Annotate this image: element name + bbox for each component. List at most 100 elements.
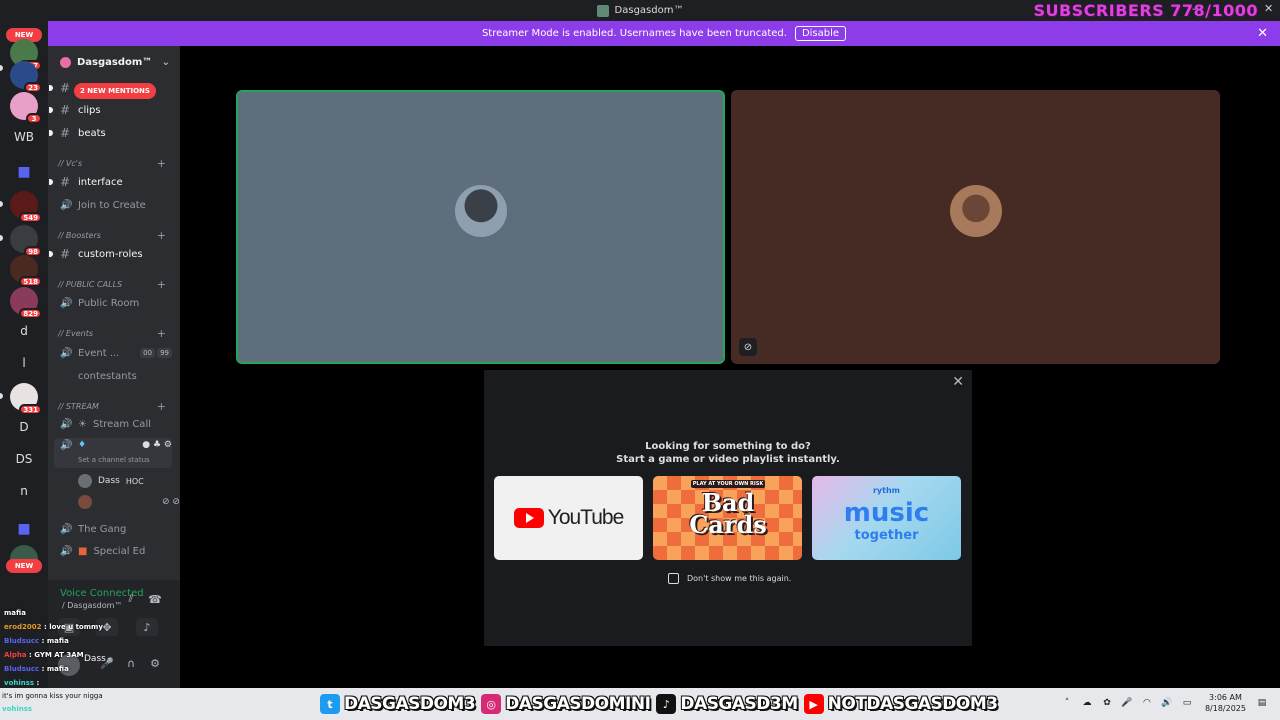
- channel-interface[interactable]: # interface: [49, 172, 172, 192]
- microphone-icon[interactable]: 🎤: [1119, 698, 1135, 708]
- volume-icon[interactable]: 🔊: [1159, 698, 1175, 708]
- category-label: // Vc's: [58, 158, 83, 168]
- window-close-icon[interactable]: ✕: [1264, 2, 1273, 15]
- folder-icon[interactable]: ■: [10, 515, 38, 543]
- server-icon[interactable]: 829: [10, 287, 42, 319]
- chat-username: Alpha: [4, 651, 27, 659]
- channel-join-to-create[interactable]: 🔊 Join to Create: [54, 195, 172, 215]
- dont-show-checkbox[interactable]: [668, 573, 679, 584]
- voice-channel-actions-icon[interactable]: ● ♣ ⚙: [142, 440, 172, 450]
- channel-label: Event ...: [78, 347, 120, 359]
- hash-icon: #: [60, 175, 71, 189]
- voice-stage: ⊘ ✕ Looking for something to do? Start a…: [180, 46, 1280, 688]
- server-icon[interactable]: D: [10, 413, 38, 441]
- category-boosters[interactable]: // Boosters +: [58, 228, 166, 242]
- avatar: [78, 474, 92, 488]
- channel-sidebar: Dasgasdom™ ⌄ # 2 NEW MENTIONS # clips # be…: [48, 46, 180, 688]
- hash-icon: #: [60, 103, 71, 117]
- guild-icon: [60, 56, 71, 68]
- activity-card-bad-cards[interactable]: PLAY AT YOUR OWN RISK Bad Cards: [653, 476, 802, 560]
- participant-tile-speaking[interactable]: [236, 90, 725, 364]
- battery-icon[interactable]: ▭: [1179, 698, 1195, 708]
- instagram-handle: ◎ DASGASDOMINI: [481, 694, 651, 714]
- channel-label: custom-roles: [78, 248, 143, 260]
- activity-card-youtube[interactable]: YouTube: [494, 476, 643, 560]
- server-icon[interactable]: l: [10, 349, 38, 377]
- channel-clips[interactable]: # clips: [49, 100, 172, 120]
- channel-contestants[interactable]: contestants: [54, 366, 172, 386]
- banner-text: Streamer Mode is enabled. Usernames have…: [481, 28, 787, 39]
- server-icon[interactable]: DS: [10, 445, 38, 473]
- server-icon[interactable]: WB: [10, 123, 38, 151]
- speaker-icon: 🔊: [60, 297, 73, 309]
- add-channel-icon[interactable]: +: [157, 229, 166, 242]
- category-events[interactable]: // Events +: [58, 326, 166, 340]
- notifications-icon[interactable]: ▤: [1254, 698, 1270, 708]
- avatar: [78, 495, 92, 509]
- instagram-icon: ◎: [481, 694, 502, 714]
- banner-close-icon[interactable]: ✕: [1257, 26, 1268, 41]
- twitter-icon: t: [320, 694, 340, 714]
- category-stream[interactable]: // STREAM +: [58, 399, 166, 413]
- wifi-icon[interactable]: ◠: [1139, 698, 1155, 708]
- avatar: [454, 185, 507, 237]
- channel-special-ed[interactable]: 🔊 ■ Special Ed: [54, 541, 172, 561]
- new-mentions-pill[interactable]: 2 NEW MENTIONS: [74, 83, 156, 99]
- channel-label: Special Ed: [93, 545, 146, 557]
- mention-badge: 518: [19, 276, 42, 287]
- settings-icon[interactable]: ✿: [1099, 698, 1115, 708]
- channel-current-voice[interactable]: 🔊 ♦ ● ♣ ⚙ Set a channel status: [54, 438, 172, 468]
- guild-header[interactable]: Dasgasdom™ ⌄: [48, 46, 180, 78]
- participant-tile[interactable]: ⊘: [731, 90, 1220, 364]
- voice-user[interactable]: Dass HOC: [78, 472, 144, 490]
- clock[interactable]: 3:06 AM 8/18/2025: [1205, 692, 1246, 714]
- subscriber-goal-overlay: SUBSCRIBERS 778/1000: [1033, 1, 1258, 20]
- channel-public-room[interactable]: 🔊 Public Room: [54, 293, 172, 313]
- add-channel-icon[interactable]: +: [157, 400, 166, 413]
- unread-indicator: [0, 393, 3, 399]
- folder-icon[interactable]: ■: [10, 158, 38, 186]
- add-channel-icon[interactable]: +: [157, 327, 166, 340]
- chat-username: vohinss: [4, 679, 35, 687]
- add-channel-icon[interactable]: +: [157, 278, 166, 291]
- category-label: // PUBLIC CALLS: [58, 279, 123, 289]
- channel-stream-call[interactable]: 🔊 ☀ Stream Call: [54, 414, 172, 434]
- server-icon[interactable]: n: [10, 477, 38, 505]
- close-icon[interactable]: ✕: [952, 374, 964, 390]
- voice-user[interactable]: ⊘ ⊘: [78, 493, 180, 511]
- chevron-up-icon[interactable]: ˄: [1059, 698, 1075, 708]
- tiktok-handle: ♪ DASGASD3M: [656, 694, 798, 714]
- new-pill[interactable]: NEW: [6, 559, 42, 573]
- channel-event[interactable]: 🔊 Event ... 00 99: [54, 343, 172, 363]
- channel-label: The Gang: [78, 523, 127, 535]
- voice-user-tag: HOC: [125, 476, 144, 486]
- server-icon[interactable]: 331: [10, 383, 42, 415]
- youtube-handle: ▶ NOTDASGASDOM3: [803, 694, 998, 714]
- voice-user-name: Dass: [98, 476, 120, 486]
- chat-message: Bludsucc : mafia: [4, 665, 69, 673]
- server-icon[interactable]: 549: [10, 191, 42, 223]
- server-icon[interactable]: 518: [10, 255, 42, 287]
- server-icon[interactable]: d: [10, 317, 38, 345]
- channel-beats[interactable]: # beats: [49, 123, 172, 143]
- unread-indicator: [49, 179, 53, 185]
- dont-show-again-option[interactable]: Don't show me this again.: [668, 573, 791, 584]
- unread-indicator: [0, 65, 3, 71]
- activity-card-rythm[interactable]: rythm music together: [812, 476, 961, 560]
- add-channel-icon[interactable]: +: [157, 157, 166, 170]
- channel-custom-roles[interactable]: # custom-roles: [49, 244, 172, 264]
- server-icon[interactable]: 98: [10, 225, 42, 257]
- muted-deafened-icon: ⊘ ⊘: [162, 497, 180, 507]
- rythm-music: music: [843, 498, 930, 528]
- cloud-icon[interactable]: ☁: [1079, 698, 1095, 708]
- speaker-icon: 🔊: [60, 440, 73, 451]
- category-vcs[interactable]: // Vc's +: [58, 156, 166, 170]
- speaker-icon: 🔊: [60, 199, 73, 211]
- category-public-calls[interactable]: // PUBLIC CALLS +: [58, 277, 166, 291]
- unread-indicator: [49, 251, 53, 257]
- channel-status-hint[interactable]: Set a channel status: [78, 456, 150, 464]
- server-icon[interactable]: 23: [10, 61, 42, 93]
- disable-streamer-mode-button[interactable]: Disable: [794, 26, 847, 41]
- server-icon[interactable]: 3: [10, 92, 42, 124]
- channel-the-gang[interactable]: 🔊 The Gang: [54, 519, 172, 539]
